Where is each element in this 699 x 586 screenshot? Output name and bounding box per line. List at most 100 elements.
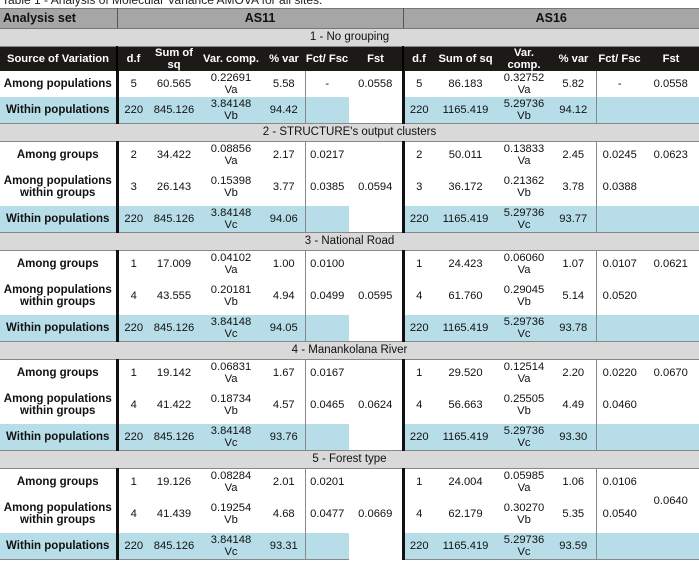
as16-pct-var: 1.07 — [551, 250, 596, 277]
column-header-as16-sum-of-sq: Sum of sq — [434, 46, 497, 71]
as11-fst: 0.0558 — [349, 71, 403, 97]
source-of-variation: Among groups — [0, 250, 119, 277]
var-comp-tag: Va — [224, 373, 238, 385]
as11-fct-fsc: 0.0499 — [304, 277, 349, 315]
as11-sum-of-sq: 41.439 — [149, 495, 199, 533]
as16-df: 3 — [401, 168, 434, 206]
source-of-variation: Within populations — [0, 533, 119, 560]
as16-df: 220 — [401, 424, 434, 451]
as16-fst: 0.0640 — [643, 468, 699, 533]
as16-var-comp: 5.29736 Vc — [497, 206, 551, 233]
source-of-variation: Among populations — [0, 71, 119, 97]
as16-var-comp: 5.29736 Vb — [497, 97, 551, 124]
as16-df: 5 — [401, 71, 434, 97]
var-comp-value: 0.25505 — [503, 393, 545, 405]
var-comp-tag: Vb — [517, 187, 531, 199]
as11-sum-of-sq: 845.126 — [149, 315, 199, 342]
var-comp-tag: Vc — [517, 437, 531, 449]
var-comp-tag: Va — [517, 373, 531, 385]
as16-df: 1 — [401, 250, 434, 277]
as11-pct-var: 2.01 — [263, 468, 305, 495]
as11-pct-var: 94.05 — [263, 315, 305, 342]
as11-df: 1 — [117, 359, 149, 386]
section-title-row: 1 - No grouping — [0, 28, 699, 47]
var-comp-tag: Va — [517, 84, 531, 96]
as16-var-comp: 5.29736 Vc — [497, 315, 551, 342]
source-of-variation: Within populations — [0, 97, 119, 124]
as11-var-comp: 0.15398 Vb — [199, 168, 263, 206]
as11-df: 3 — [117, 168, 149, 206]
var-comp-value: 5.29736 — [503, 425, 545, 437]
as11-df: 220 — [117, 206, 149, 233]
var-comp-value: 5.29736 — [503, 207, 545, 219]
as11-fst: 0.0624 — [349, 359, 403, 451]
column-header-as11-sum-of-sq: Sum of sq — [149, 46, 199, 71]
var-comp-value: 0.15398 — [210, 175, 252, 187]
as11-var-comp: 0.20181 Vb — [199, 277, 263, 315]
var-comp-tag: Vb — [517, 514, 531, 526]
var-comp-tag: Vb — [517, 110, 531, 122]
as16-pct-var: 2.45 — [551, 141, 596, 168]
section-title: 1 - No grouping — [0, 28, 699, 47]
var-comp-value: 3.84148 — [210, 207, 252, 219]
as11-pct-var: 1.67 — [263, 359, 305, 386]
as11-df: 5 — [117, 71, 149, 97]
as11-sum-of-sq: 34.422 — [149, 141, 199, 168]
as11-fct-fsc: 0.0385 — [304, 168, 349, 206]
as16-df: 1 — [401, 359, 434, 386]
var-comp-value: 0.32752 — [503, 72, 545, 84]
as11-var-comp: 3.84148 Vc — [199, 533, 263, 560]
var-comp-tag: Vb — [224, 514, 238, 526]
as11-df: 2 — [117, 141, 149, 168]
var-comp-tag: Va — [224, 264, 238, 276]
as16-sum-of-sq: 24.423 — [434, 250, 497, 277]
as11-fct-fsc — [304, 97, 349, 124]
var-comp-tag: Vc — [517, 546, 531, 558]
var-comp-tag: Va — [224, 84, 238, 96]
amova-table: Analysis set AS11 AS16 1 - No grouping So… — [0, 8, 699, 560]
analysis-set-label: Analysis set — [0, 8, 118, 29]
column-header-as16-var-comp: Var. comp. — [497, 46, 551, 71]
as16-sum-of-sq: 62.179 — [434, 495, 497, 533]
var-comp-value: 3.84148 — [210, 98, 252, 110]
var-comp-value: 0.18734 — [210, 393, 252, 405]
var-comp-tag: Va — [517, 155, 531, 167]
as16-sum-of-sq: 1165.419 — [434, 315, 497, 342]
as11-var-comp: 0.08856 Va — [199, 141, 263, 168]
as11-var-comp: 3.84148 Vb — [199, 97, 263, 124]
as16-df: 1 — [401, 468, 434, 495]
column-header-as16-fct-fsc: Fct/ Fsc — [596, 46, 643, 71]
as16-sum-of-sq: 1165.419 — [434, 206, 497, 233]
as16-fst — [643, 168, 699, 206]
as16-pct-var: 2.20 — [551, 359, 596, 386]
as16-pct-var: 93.78 — [551, 315, 596, 342]
var-comp-value: 0.08284 — [210, 470, 252, 482]
table-row: Among groups 1 19.126 0.08284 Va 2.01 0.0201 0.… — [0, 468, 699, 560]
var-comp-value: 0.20181 — [210, 284, 252, 296]
as16-pct-var: 4.49 — [551, 386, 596, 424]
as11-df: 220 — [117, 533, 149, 560]
as11-var-comp: 0.04102 Va — [199, 250, 263, 277]
section-title: 3 - National Road — [0, 232, 699, 251]
as16-var-comp: 0.25505 Vb — [497, 386, 551, 424]
section-title: 4 - Manankolana River — [0, 341, 699, 360]
as11-sum-of-sq: 845.126 — [149, 533, 199, 560]
as11-sum-of-sq: 17.009 — [149, 250, 199, 277]
as16-sum-of-sq: 1165.419 — [434, 424, 497, 451]
column-header-as11-df: d.f — [117, 46, 149, 71]
var-comp-value: 0.08856 — [210, 143, 252, 155]
as11-var-comp: 3.84148 Vc — [199, 315, 263, 342]
source-of-variation: Within populations — [0, 424, 119, 451]
as16-fst — [643, 533, 699, 560]
as16-sum-of-sq: 56.663 — [434, 386, 497, 424]
section-title-row: 2 - STRUCTURE's output clusters — [0, 123, 699, 142]
section-title-row: 4 - Manankolana River — [0, 341, 699, 360]
as16-pct-var: 93.59 — [551, 533, 596, 560]
as16-fst — [643, 206, 699, 233]
as11-sum-of-sq: 43.555 — [149, 277, 199, 315]
set-as16-label: AS16 — [403, 8, 699, 29]
as16-sum-of-sq: 86.183 — [434, 71, 497, 97]
table-caption: Table 1 - Analysis of Molecular Variance… — [2, 0, 323, 7]
source-of-variation: Within populations — [0, 315, 119, 342]
var-comp-value: 0.04102 — [210, 252, 252, 264]
